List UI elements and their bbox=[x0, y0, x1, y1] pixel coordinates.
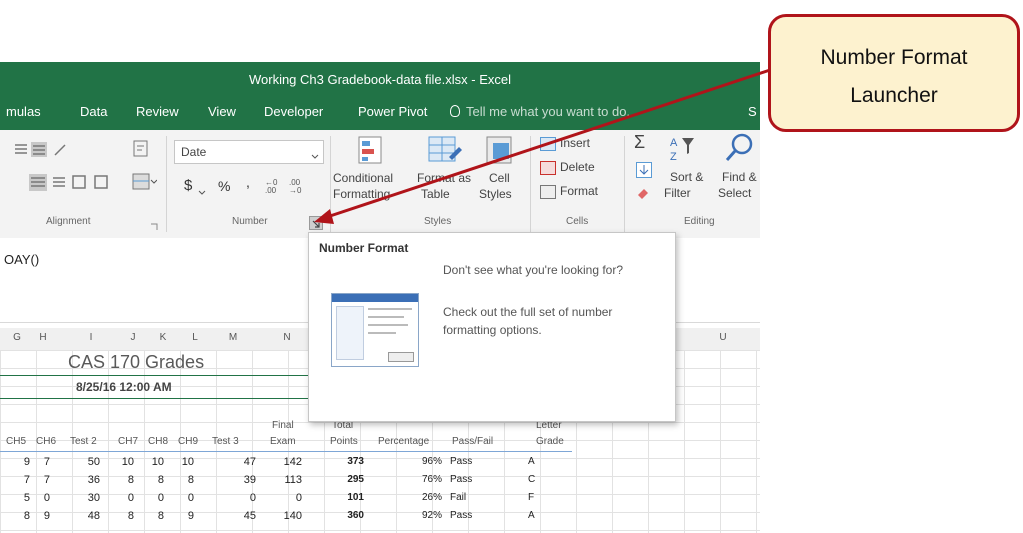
callout-arrow bbox=[314, 68, 771, 224]
arrow-line bbox=[323, 68, 771, 220]
arrow-head bbox=[314, 209, 334, 224]
